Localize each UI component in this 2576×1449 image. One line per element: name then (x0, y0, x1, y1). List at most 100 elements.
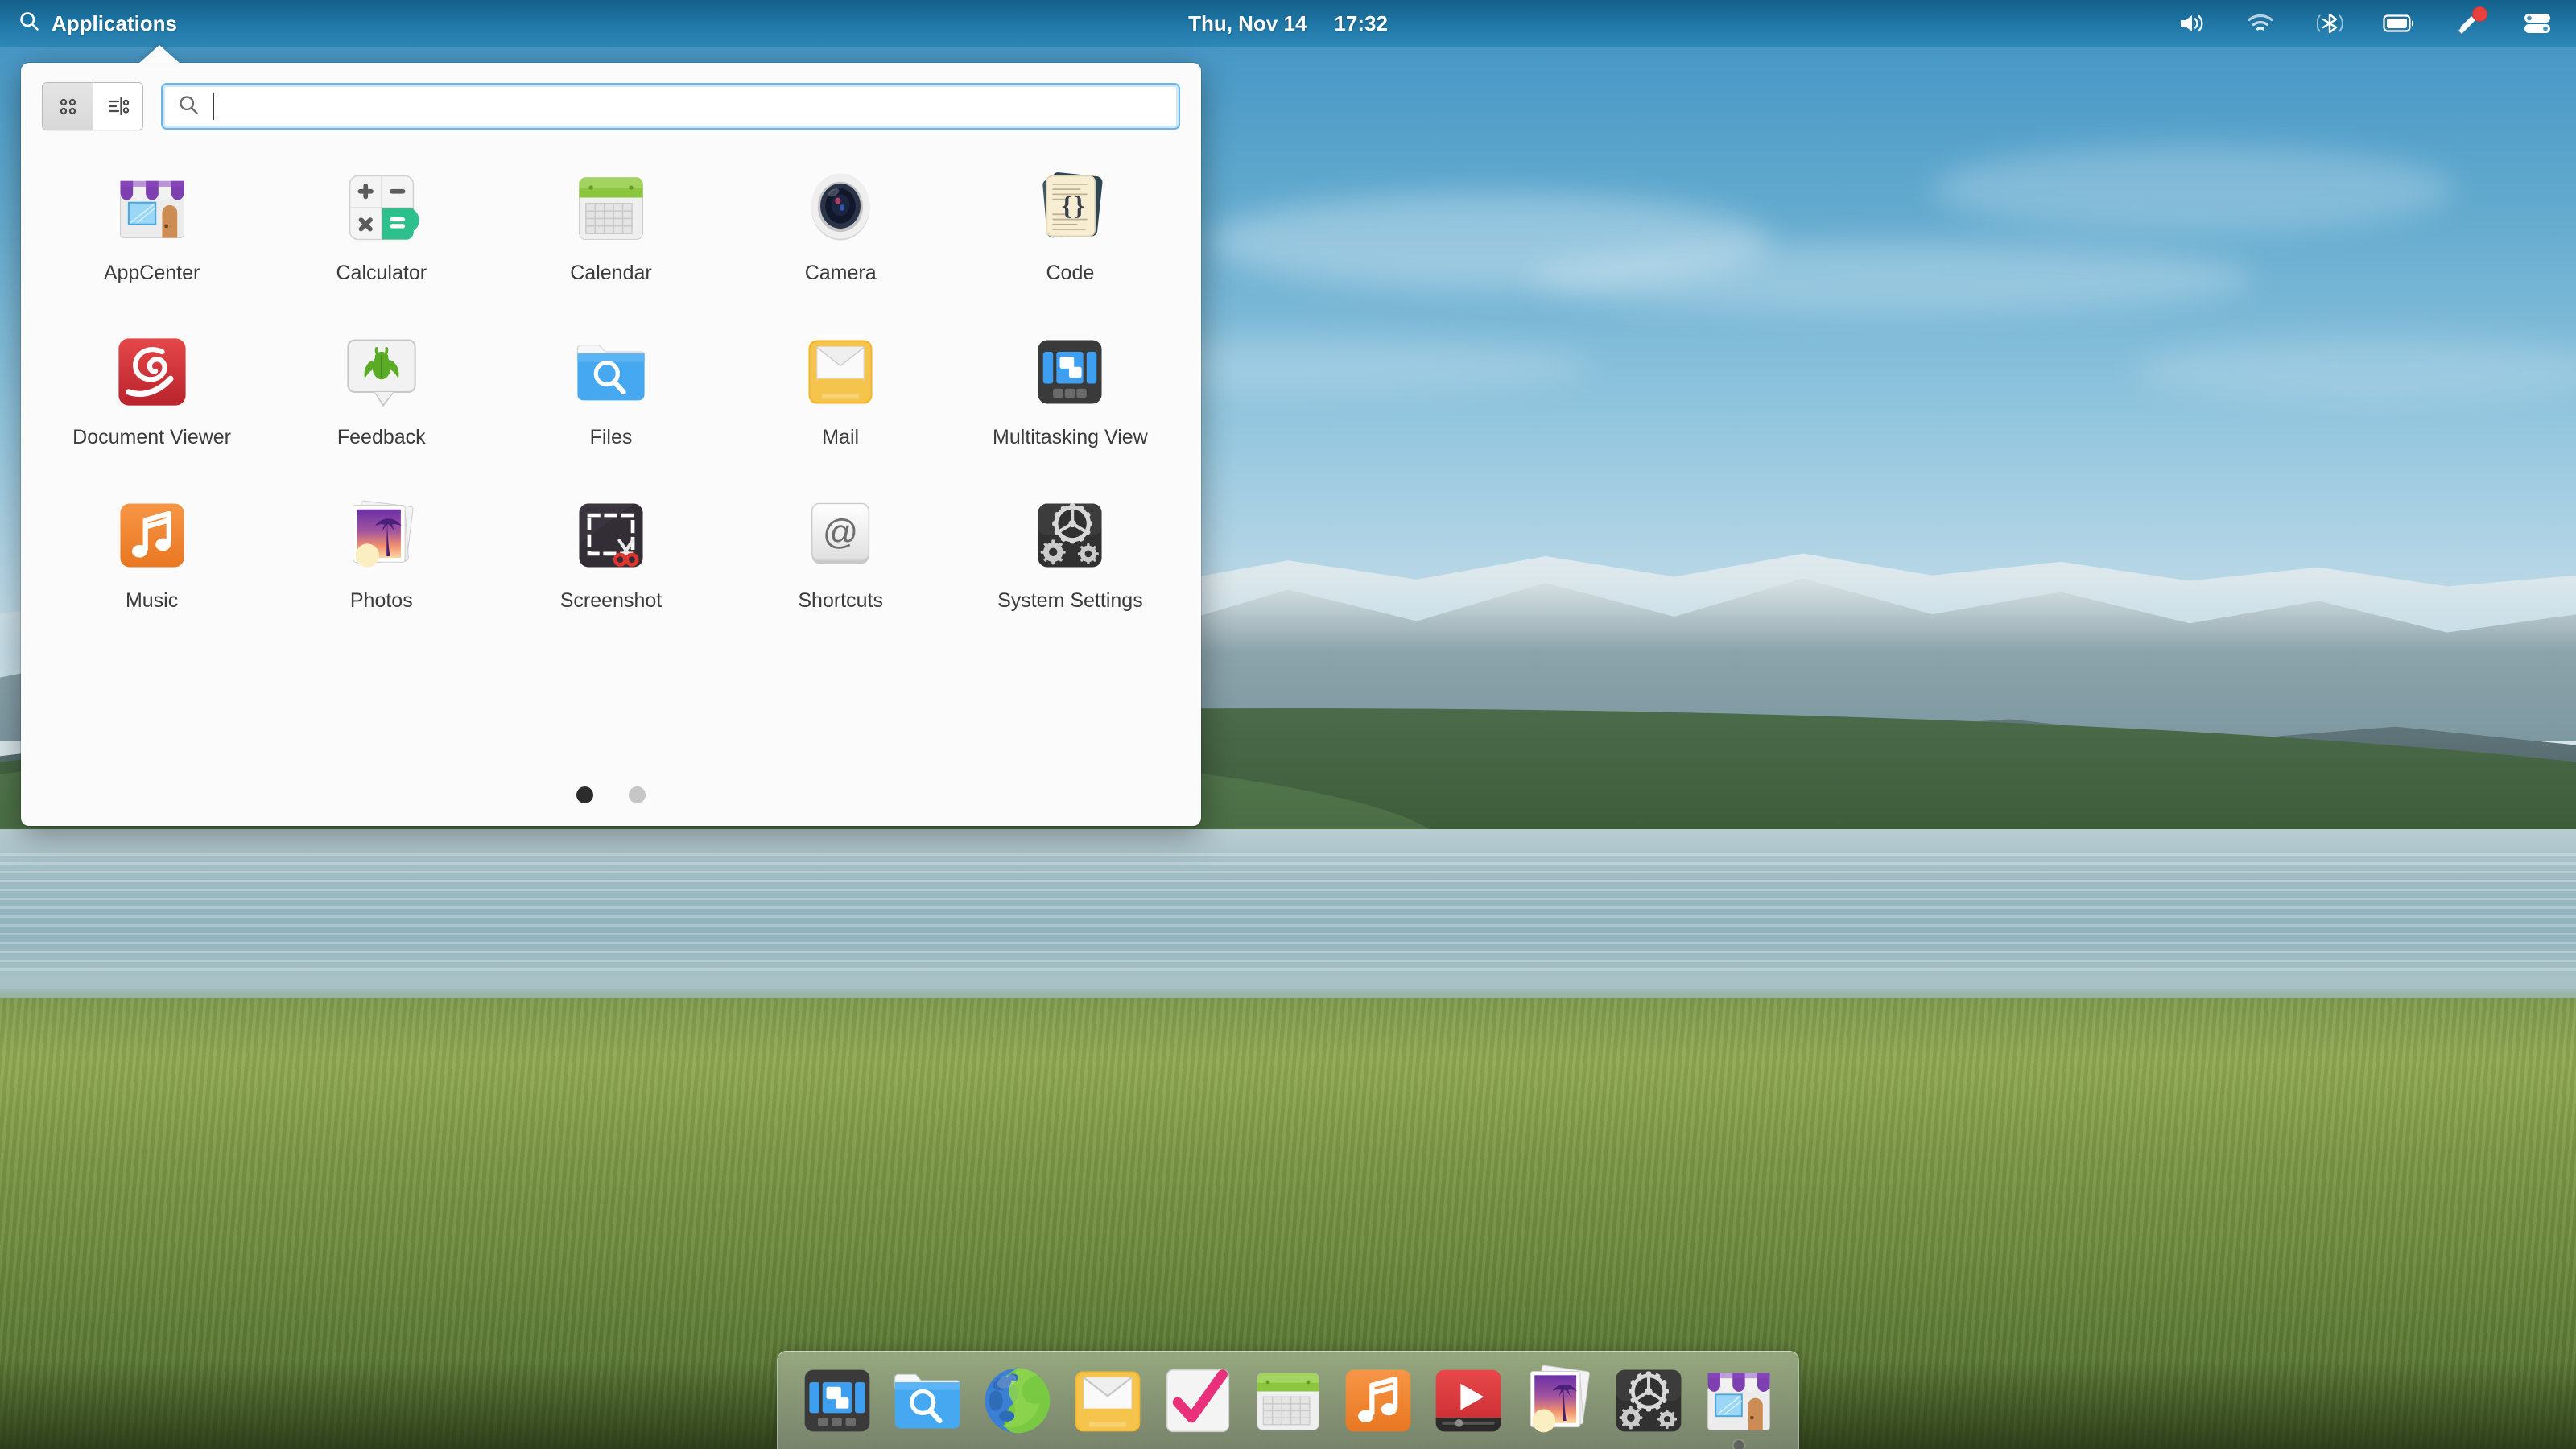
bluetooth-icon[interactable] (2312, 9, 2347, 38)
app-item-screenshot[interactable]: Screenshot (514, 485, 708, 621)
dock-item-mail[interactable] (1069, 1362, 1146, 1439)
dock-item-files[interactable] (889, 1362, 966, 1439)
clock-time: 17:32 (1334, 10, 1388, 35)
svg-text:{: { (1062, 191, 1072, 221)
page-indicator (21, 786, 1201, 803)
dock-item-music[interactable] (1340, 1362, 1417, 1439)
applications-launcher-popover: AppCenter Calculator Calendar Camera {}… (21, 45, 1201, 826)
app-label: AppCenter (103, 262, 200, 284)
notification-badge (2472, 6, 2487, 22)
app-label: Feedback (336, 425, 426, 448)
app-item-calculator[interactable]: Calculator (285, 158, 478, 293)
photos-icon (1530, 1364, 1590, 1432)
app-label: Mail (822, 425, 860, 448)
photos-icon (340, 493, 423, 577)
app-label: Camera (804, 262, 877, 284)
app-label: Code (1046, 262, 1095, 284)
app-label: System Settings (997, 589, 1143, 612)
applications-menu-button[interactable]: Applications (0, 0, 195, 47)
mail-icon (1075, 1371, 1141, 1431)
system-settings-icon (1028, 493, 1112, 577)
app-item-feedback[interactable]: Feedback (285, 322, 478, 457)
files-icon (569, 330, 653, 414)
app-item-files[interactable]: Files (514, 322, 708, 457)
app-label: Files (589, 425, 633, 448)
search-input[interactable] (161, 83, 1180, 130)
dock-item-calendar[interactable] (1249, 1362, 1327, 1439)
popover-tail (138, 45, 180, 64)
applications-menu-label: Applications (52, 10, 178, 35)
app-label: Calendar (570, 262, 652, 284)
battery-icon[interactable] (2381, 9, 2417, 38)
app-item-shortcuts[interactable]: @ Shortcuts (744, 485, 937, 621)
app-label: Shortcuts (798, 589, 883, 612)
app-item-mail[interactable]: Mail (744, 322, 937, 457)
app-item-code[interactable]: { } Code (973, 158, 1166, 293)
mail-icon (799, 330, 882, 414)
code-icon: { } (1028, 166, 1112, 250)
feedback-icon (340, 330, 423, 414)
multitasking-view-icon (1028, 330, 1112, 414)
grid-view-button[interactable] (43, 83, 93, 130)
document-viewer-icon (110, 330, 194, 414)
search-icon (18, 10, 40, 38)
app-label: Document Viewer (72, 425, 232, 448)
svg-text:@: @ (823, 512, 858, 551)
calendar-icon (1257, 1372, 1319, 1430)
app-label: Screenshot (559, 589, 663, 612)
dock-item-photos[interactable] (1520, 1362, 1597, 1439)
launcher-header (21, 63, 1201, 130)
app-label: Multitasking View (993, 425, 1148, 448)
page-dot-2[interactable] (629, 786, 646, 803)
wifi-icon[interactable] (2243, 9, 2278, 38)
volume-icon[interactable] (2174, 9, 2209, 38)
multitasking-view-icon (804, 1369, 870, 1431)
tasks-icon (1166, 1368, 1230, 1432)
calculator-icon (340, 166, 423, 250)
app-item-document-viewer[interactable]: Document Viewer (56, 322, 249, 457)
appcenter-icon (1707, 1372, 1770, 1430)
clock-date: Thu, Nov 14 (1188, 10, 1307, 35)
system-settings-icon (1616, 1369, 1682, 1431)
page-dot-1[interactable] (576, 786, 593, 803)
svg-text:}: } (1075, 191, 1085, 221)
app-item-multitasking-view[interactable]: Multitasking View (973, 322, 1166, 457)
shortcuts-icon: @ (799, 493, 882, 577)
search-icon (177, 93, 200, 120)
files-icon (894, 1373, 960, 1429)
application-grid: AppCenter Calculator Calendar Camera {}… (21, 158, 1201, 621)
dock-item-web[interactable] (979, 1362, 1056, 1439)
app-item-calendar[interactable]: Calendar (514, 158, 708, 293)
wallpaper-lake-shimmer (0, 853, 2576, 974)
music-icon (110, 493, 194, 577)
app-item-music[interactable]: Music (56, 485, 249, 621)
appcenter-icon (110, 166, 194, 250)
app-label: Music (125, 589, 179, 612)
app-item-system-settings[interactable]: System Settings (973, 485, 1166, 621)
notification-bell-icon[interactable] (2450, 6, 2487, 38)
app-item-photos[interactable]: Photos (285, 485, 478, 621)
videos-icon (1435, 1369, 1501, 1431)
app-item-appcenter[interactable]: AppCenter (56, 158, 249, 293)
wallpaper-cloud (1530, 242, 2254, 314)
dock-item-appcenter[interactable] (1700, 1362, 1777, 1449)
dock-item-tasks[interactable] (1159, 1362, 1236, 1439)
system-toggles-icon[interactable] (2520, 9, 2555, 38)
dock-item-videos[interactable] (1430, 1362, 1507, 1439)
text-caret (213, 93, 214, 120)
app-label: Calculator (336, 262, 427, 284)
dock (777, 1351, 1799, 1449)
dock-running-indicator (1733, 1439, 1744, 1449)
system-tray (2174, 6, 2555, 38)
dock-item-system-settings[interactable] (1610, 1362, 1687, 1439)
list-view-button[interactable] (93, 83, 142, 130)
app-item-camera[interactable]: Camera (744, 158, 937, 293)
top-panel: Applications Thu, Nov 14 17:32 (0, 0, 2576, 47)
screenshot-icon (569, 493, 653, 577)
dock-item-multitasking-view[interactable] (799, 1362, 876, 1439)
panel-clock[interactable]: Thu, Nov 14 17:32 (1188, 11, 1388, 36)
camera-icon (799, 166, 882, 250)
wallpaper-cloud (1932, 145, 2455, 233)
music-icon (1345, 1369, 1411, 1431)
view-mode-toggle (42, 82, 143, 130)
